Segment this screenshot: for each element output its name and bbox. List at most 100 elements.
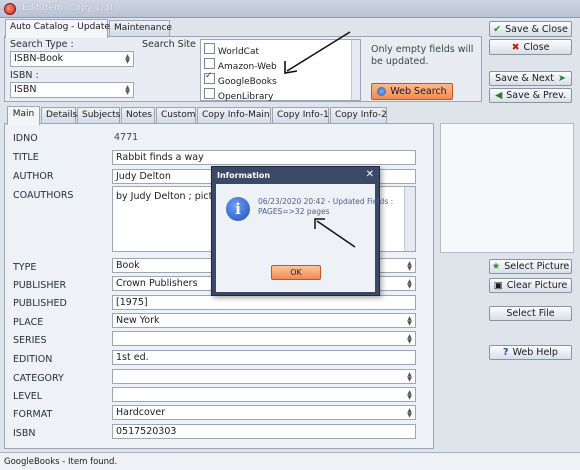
spin-icon: ▲ ▼ [407,389,412,401]
isbn-field[interactable]: 0517520303 [112,424,416,439]
prev-icon: ◀ [494,90,503,101]
spin-icon: ▲ ▼ [407,371,412,383]
title-label: TITLE [13,152,39,163]
format-select[interactable]: Hardcover ▲ ▼ [112,405,416,420]
author-label: AUTHOR [13,171,54,182]
status-text: GoogleBooks - Item found. [4,457,118,467]
dialog-title: Information [217,171,271,180]
site-amazon-web[interactable]: Amazon-Web [204,58,277,72]
close-icon[interactable]: ✕ [366,169,374,180]
tab-maintenance[interactable]: Maintenance [109,20,172,36]
type-value: Book [116,260,140,271]
coauthors-value: by Judy Delton ; pictu [116,191,219,202]
button-label: Web Help [512,347,558,358]
tab-auto-catalog[interactable]: Auto Catalog - Update [5,19,110,38]
checkbox-checked-icon[interactable] [204,71,215,84]
idno-value: 4771 [114,132,139,143]
button-label: Save & Prev. [506,90,567,101]
trash-icon: ▣ [493,280,503,291]
tab-copy-info-1[interactable]: Copy Info-1 [272,107,329,123]
place-select[interactable]: New York ▲ ▼ [112,313,416,328]
site-label: GoogleBooks [217,77,277,87]
annotation-arrow [314,218,356,248]
edition-field[interactable]: 1st ed. [112,350,416,365]
select-file-button[interactable]: Select File [489,306,572,321]
published-field[interactable]: [1975] [112,295,416,310]
spin-icon: ▲ ▼ [407,407,412,419]
globe-icon [377,87,387,96]
button-label: Select File [506,308,555,319]
coauthors-scrollbar[interactable] [404,187,415,251]
checkbox-icon[interactable] [204,88,215,99]
button-label: Save & Close [505,23,568,35]
app-icon [4,3,16,15]
site-label: OpenLibrary [217,92,274,102]
isbn-select-value: ISBN [14,84,37,95]
coauthors-label: COAUTHORS [13,190,74,201]
format-label: FORMAT [13,409,53,420]
series-label: SERIES [13,335,47,346]
info-icon: i [226,197,250,221]
button-label: Select Picture [504,261,570,272]
category-select[interactable]: ▲ ▼ [112,369,416,384]
place-value: New York [116,315,160,326]
next-icon: ➤ [557,73,566,84]
tab-copy-info-main[interactable]: Copy Info-Main [197,107,271,123]
search-type-value: ISBN-Book [14,53,64,64]
button-label: Save & Next [495,73,554,84]
isbn-label: ISBN [13,428,36,439]
tab-main[interactable]: Main [7,106,40,125]
series-select[interactable]: ▲ ▼ [112,331,416,346]
level-label: LEVEL [13,391,43,402]
save-next-button[interactable]: Save & Next ➤ [489,71,572,86]
close-button[interactable]: ✖ Close [489,39,572,55]
save-close-button[interactable]: ✔ Save & Close [489,21,572,37]
tab-subjects[interactable]: Subjects [77,107,120,123]
category-label: CATEGORY [13,373,64,384]
published-label: PUBLISHED [13,298,67,309]
tab-copy-info-2[interactable]: Copy Info-2 [330,107,387,123]
close-icon: ✖ [511,41,520,53]
tab-details[interactable]: Details [41,107,77,123]
isbn-select[interactable]: ISBN ▲ ▼ [10,82,134,98]
save-prev-button[interactable]: ◀ Save & Prev. [489,88,572,103]
level-select[interactable]: ▲ ▼ [112,387,416,402]
idno-label: IDNO [13,133,38,144]
place-label: PLACE [13,317,44,328]
search-type-select[interactable]: ISBN-Book ▲ ▼ [10,51,134,67]
ok-button[interactable]: OK [271,265,321,280]
type-label: TYPE [13,262,37,273]
web-search-button[interactable]: Web Search [371,83,453,100]
publisher-label: PUBLISHER [13,280,67,291]
site-label: WorldCat [217,47,259,57]
site-googlebooks[interactable]: GoogleBooks [204,71,277,87]
web-search-label: Web Search [390,86,447,97]
checkbox-icon[interactable] [204,43,215,54]
search-site-label: Search Site : [142,39,203,50]
site-openlibrary[interactable]: OpenLibrary [204,88,273,102]
spin-icon: ▲ ▼ [125,53,130,65]
select-picture-button[interactable]: ★ Select Picture [489,259,572,274]
web-help-button[interactable]: ? Web Help [489,345,572,360]
site-label: Amazon-Web [217,62,277,72]
spin-icon: ▲ ▼ [407,260,412,272]
empty-fields-note: Only empty fields will be updated. [371,44,474,67]
check-icon: ✔ [493,23,502,35]
dialog-body: i 06/23/2020 20:42 - Updated Fields : PA… [216,184,393,292]
clear-picture-button[interactable]: ▣ Clear Picture [489,278,572,293]
auto-catalog-panel: Search Type : ISBN-Book ▲ ▼ ISBN : ISBN ▲… [4,31,482,102]
help-icon: ? [503,347,509,358]
title-field[interactable]: Rabbit finds a way [112,150,416,165]
spin-icon: ▲ ▼ [407,315,412,327]
site-worldcat[interactable]: WorldCat [204,43,259,57]
picture-icon: ★ [491,261,501,272]
picture-box[interactable] [440,123,574,253]
search-type-label: Search Type : [10,39,74,50]
spin-icon: ▲ ▼ [125,84,130,96]
checkbox-icon[interactable] [204,58,215,69]
annotation-arrow [284,31,351,74]
status-bar: GoogleBooks - Item found. [0,452,580,470]
tab-custom[interactable]: Custom [156,107,196,123]
button-label: Clear Picture [506,280,568,291]
tab-notes[interactable]: Notes [121,107,155,123]
